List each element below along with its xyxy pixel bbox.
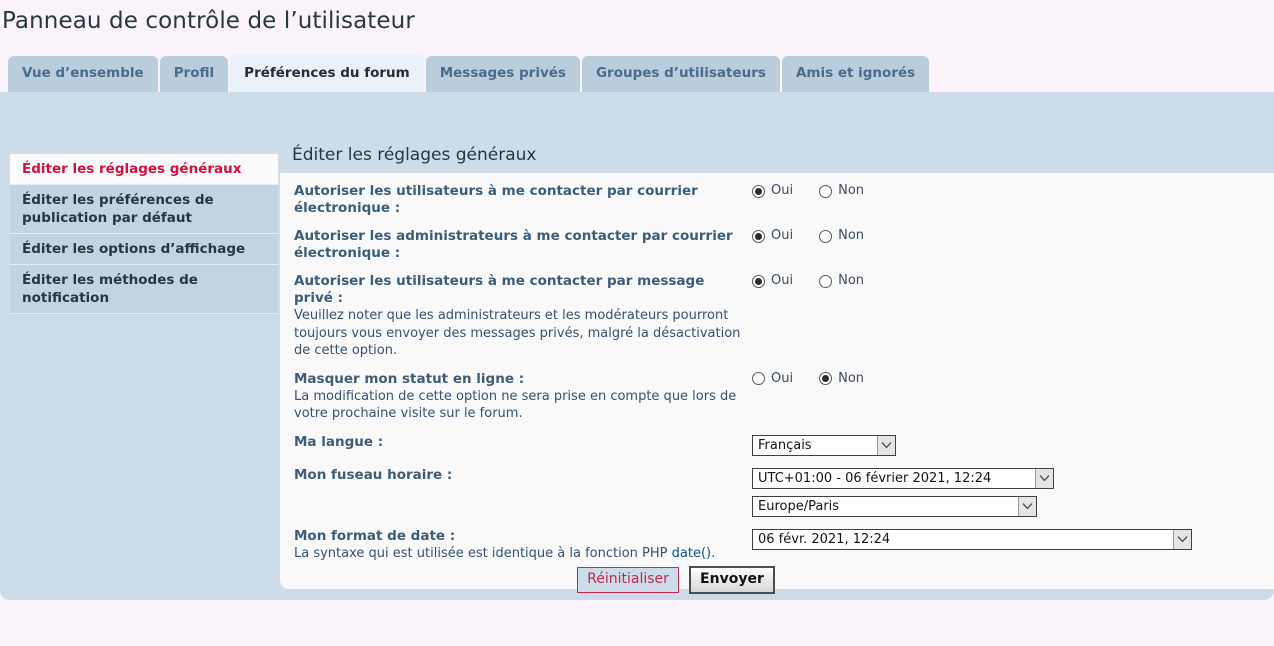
label-column: Ma langue : (294, 434, 752, 451)
radio-group-hide-online-status: Oui Non (752, 372, 1274, 386)
field-column: Français (752, 434, 1274, 456)
content-header: Éditer les réglages généraux (280, 138, 1274, 173)
form-row-my-timezone: Mon fuseau horaire : UTC+01:00 - 06 févri… (280, 467, 1274, 517)
field-description: La syntaxe qui est utilisée est identiqu… (294, 545, 742, 563)
settings-form: Autoriser les utilisateurs à me contacte… (280, 173, 1274, 589)
select-value: 06 févr. 2021, 12:24 (753, 530, 1173, 549)
form-row-my-language: Ma langue : Français (280, 434, 1274, 456)
page-title: Panneau de contrôle de l’utilisateur (0, 0, 1274, 38)
radio-option-oui[interactable]: Oui (752, 274, 793, 288)
select-timezone-name[interactable]: Europe/Paris (752, 496, 1037, 517)
reset-button[interactable]: Réinitialiser (577, 567, 679, 593)
chevron-down-icon[interactable] (1035, 469, 1053, 488)
field-label: Autoriser les utilisateurs à me contacte… (294, 183, 742, 217)
sidebar-item-1[interactable]: Éditer les préférences de publication pa… (10, 185, 278, 234)
submit-button[interactable]: Envoyer (689, 566, 775, 594)
field-label: Mon fuseau horaire : (294, 467, 742, 484)
radio-group-contact-by-email-admins: Oui Non (752, 229, 1274, 243)
form-row-hide-online-status: Masquer mon statut en ligne :La modifica… (280, 371, 1274, 423)
field-label: Mon format de date : (294, 528, 742, 545)
tab-0[interactable]: Vue d’ensemble (8, 56, 158, 92)
radio-label: Non (838, 184, 864, 198)
radio-button-icon[interactable] (819, 275, 832, 288)
form-row-my-date-format: Mon format de date :La syntaxe qui est u… (280, 528, 1274, 563)
sidebar-item-0[interactable]: Éditer les réglages généraux (10, 154, 278, 185)
radio-option-oui[interactable]: Oui (752, 184, 793, 198)
chevron-down-icon[interactable] (877, 436, 895, 455)
tab-3[interactable]: Messages privés (426, 56, 580, 92)
tab-bar: Vue d’ensembleProfilPréférences du forum… (0, 56, 931, 92)
select-value: Français (753, 436, 877, 455)
radio-group-contact-by-pm: Oui Non (752, 274, 1274, 288)
field-label: Ma langue : (294, 434, 742, 451)
label-column: Autoriser les administrateurs à me conta… (294, 228, 752, 262)
field-label: Autoriser les utilisateurs à me contacte… (294, 273, 742, 307)
field-description: Veuillez noter que les administrateurs e… (294, 307, 742, 360)
field-column: Oui Non (752, 273, 1274, 288)
tab-4[interactable]: Groupes d’utilisateurs (582, 56, 780, 92)
radio-button-icon[interactable] (752, 372, 765, 385)
field-column: UTC+01:00 - 06 février 2021, 12:24 Europe… (752, 467, 1274, 517)
radio-label: Oui (771, 184, 793, 198)
label-column: Mon fuseau horaire : (294, 467, 752, 484)
select-date-format[interactable]: 06 févr. 2021, 12:24 (752, 529, 1192, 550)
chevron-down-icon[interactable] (1173, 530, 1191, 549)
field-description: La modification de cette option ne sera … (294, 388, 742, 423)
form-row-contact-by-email-users: Autoriser les utilisateurs à me contacte… (280, 183, 1274, 217)
select-timezone-offset[interactable]: UTC+01:00 - 06 février 2021, 12:24 (752, 468, 1054, 489)
radio-option-oui[interactable]: Oui (752, 229, 793, 243)
radio-option-non[interactable]: Non (819, 229, 864, 243)
radio-button-icon[interactable] (819, 230, 832, 243)
sidebar-item-2[interactable]: Éditer les options d’affichage (10, 234, 278, 265)
radio-button-icon[interactable] (752, 185, 765, 198)
chevron-down-icon[interactable] (1018, 497, 1036, 516)
radio-group-contact-by-email-users: Oui Non (752, 184, 1274, 198)
radio-button-icon[interactable] (819, 185, 832, 198)
form-row-contact-by-email-admins: Autoriser les administrateurs à me conta… (280, 228, 1274, 262)
tab-2[interactable]: Préférences du forum (230, 54, 424, 92)
radio-button-icon[interactable] (752, 230, 765, 243)
field-column: Oui Non (752, 183, 1274, 198)
form-footer: Réinitialiser Envoyer (0, 566, 1274, 594)
field-column: Oui Non (752, 228, 1274, 243)
label-column: Mon format de date :La syntaxe qui est u… (294, 528, 752, 563)
radio-option-non[interactable]: Non (819, 274, 864, 288)
sidebar-item-3[interactable]: Éditer les méthodes de notification (10, 265, 278, 314)
radio-label: Non (838, 372, 864, 386)
label-column: Autoriser les utilisateurs à me contacte… (294, 273, 752, 360)
radio-label: Oui (771, 274, 793, 288)
label-column: Autoriser les utilisateurs à me contacte… (294, 183, 752, 217)
tab-5[interactable]: Amis et ignorés (782, 56, 929, 92)
radio-label: Non (838, 274, 864, 288)
php-date-link[interactable]: date() (672, 546, 711, 561)
field-column: Oui Non (752, 371, 1274, 386)
radio-button-icon[interactable] (819, 372, 832, 385)
field-label: Autoriser les administrateurs à me conta… (294, 228, 742, 262)
content-card: Éditer les réglages généraux Autoriser l… (280, 138, 1274, 589)
select-language[interactable]: Français (752, 435, 896, 456)
radio-label: Non (838, 229, 864, 243)
radio-label: Oui (771, 229, 793, 243)
radio-button-icon[interactable] (752, 275, 765, 288)
radio-option-oui[interactable]: Oui (752, 372, 793, 386)
radio-option-non[interactable]: Non (819, 372, 864, 386)
tab-1[interactable]: Profil (160, 56, 228, 92)
field-column: 06 févr. 2021, 12:24 (752, 528, 1274, 550)
radio-label: Oui (771, 372, 793, 386)
field-label: Masquer mon statut en ligne : (294, 371, 742, 388)
sidebar-menu: Éditer les réglages générauxÉditer les p… (10, 154, 278, 314)
label-column: Masquer mon statut en ligne :La modifica… (294, 371, 752, 423)
ucp-panel: Éditer les réglages générauxÉditer les p… (0, 92, 1274, 600)
select-value: UTC+01:00 - 06 février 2021, 12:24 (753, 469, 1035, 488)
select-value: Europe/Paris (753, 497, 1018, 516)
form-row-contact-by-pm: Autoriser les utilisateurs à me contacte… (280, 273, 1274, 360)
radio-option-non[interactable]: Non (819, 184, 864, 198)
